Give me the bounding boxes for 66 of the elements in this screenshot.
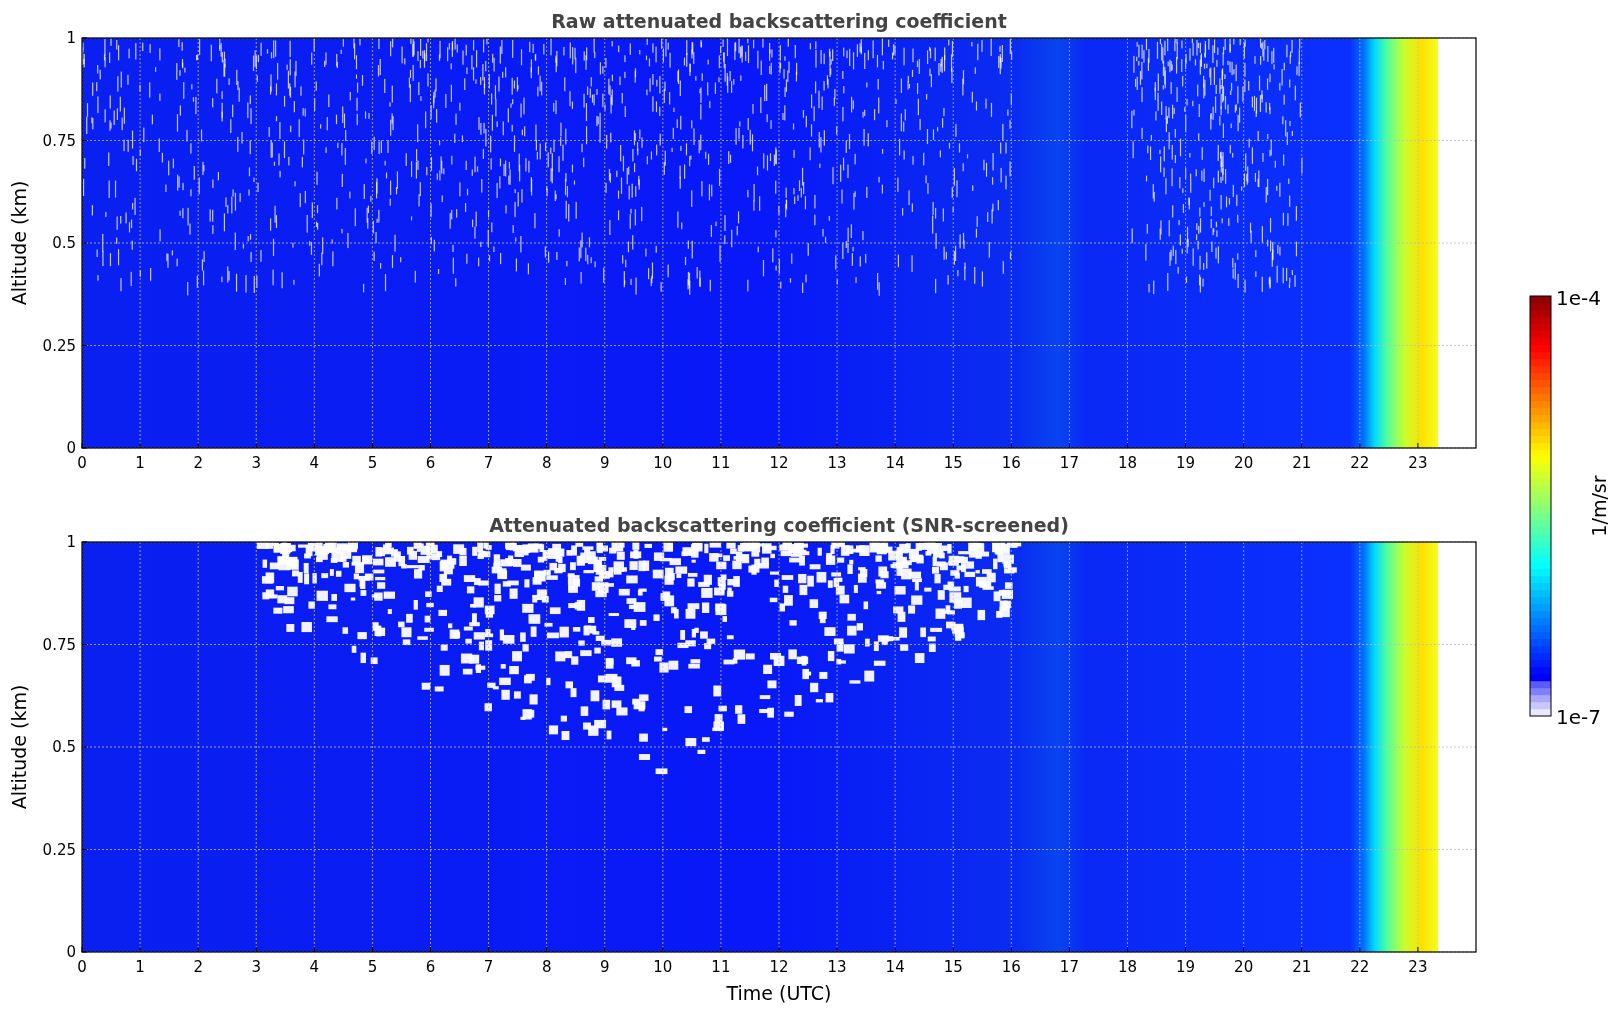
tick-label: 4	[309, 958, 320, 976]
tick-label: 1	[135, 958, 145, 976]
tick-label: 12	[769, 454, 789, 472]
tick-label: 16	[1001, 454, 1021, 472]
tick-label: 6	[425, 454, 436, 472]
tick-label: 11	[711, 454, 731, 472]
tick-label: 11	[711, 958, 731, 976]
tick-label: 17	[1059, 454, 1079, 472]
panel-title: Attenuated backscattering coefficient (SNR-screened)	[489, 514, 1069, 536]
tick-label: 17	[1059, 958, 1079, 976]
tick-label: 23	[1408, 454, 1428, 472]
tick-label: 5	[367, 454, 378, 472]
tick-label: 6	[425, 958, 436, 976]
tick-label: 4	[309, 454, 320, 472]
tick-label: 0.25	[42, 840, 76, 859]
tick-label: 9	[600, 454, 610, 472]
tick-label: 10	[653, 454, 673, 472]
tick-label: 19	[1176, 454, 1196, 472]
tick-label: 23	[1408, 958, 1428, 976]
tick-label: 21	[1292, 958, 1312, 976]
tick-label: 18	[1117, 958, 1138, 976]
colorbar-label: 1/m/sr	[1588, 475, 1610, 537]
tick-label: 22	[1350, 958, 1370, 976]
tick-label: 8	[541, 454, 552, 472]
tick-label: 10	[653, 958, 673, 976]
tick-label: 0	[77, 454, 87, 472]
tick-label: 1	[66, 533, 76, 551]
tick-label: 1	[66, 29, 76, 47]
tick-label: 7	[483, 454, 494, 472]
tick-label: 0	[66, 439, 76, 457]
tick-label: 20	[1234, 454, 1254, 472]
tick-label: 22	[1350, 454, 1370, 472]
tick-label: 1	[135, 454, 145, 472]
tick-label: 2	[193, 958, 203, 976]
tick-label: 0.5	[52, 738, 76, 756]
tick-label: 0	[66, 943, 76, 961]
tick-label: 19	[1176, 958, 1196, 976]
tick-label: 3	[251, 454, 261, 472]
axis-label: Time (UTC)	[726, 982, 832, 1004]
tick-label: 5	[367, 958, 378, 976]
tick-label: 3	[251, 958, 261, 976]
tick-label: 8	[541, 958, 552, 976]
tick-label: 0.75	[42, 635, 76, 654]
tick-label: 14	[885, 454, 905, 472]
tick-label: 9	[600, 958, 610, 976]
tick-label: 2	[193, 454, 203, 472]
tick-label: 7	[483, 958, 494, 976]
tick-label: 13	[827, 454, 847, 472]
panel-title: Raw attenuated backscattering coefficient	[551, 10, 1007, 32]
tick-label: 14	[885, 958, 905, 976]
tick-label: 12	[769, 958, 789, 976]
axis-label: Altitude (km)	[8, 180, 30, 306]
tick-label: 0.25	[42, 336, 76, 355]
tick-label: 18	[1117, 454, 1138, 472]
tick-label: 0	[77, 958, 87, 976]
tick-label: 15	[943, 454, 963, 472]
tick-label: 16	[1001, 958, 1021, 976]
tick-label: 21	[1292, 454, 1312, 472]
axis-label: Altitude (km)	[8, 684, 30, 810]
tick-label: 0.75	[42, 131, 76, 150]
colorbar-tick-label: 1e-7	[1556, 705, 1601, 729]
tick-label: 15	[943, 958, 963, 976]
colorbar-tick-label: 1e-4	[1556, 286, 1601, 310]
tick-label: 20	[1234, 958, 1254, 976]
tick-label: 13	[827, 958, 847, 976]
tick-label: 0.5	[52, 234, 76, 252]
